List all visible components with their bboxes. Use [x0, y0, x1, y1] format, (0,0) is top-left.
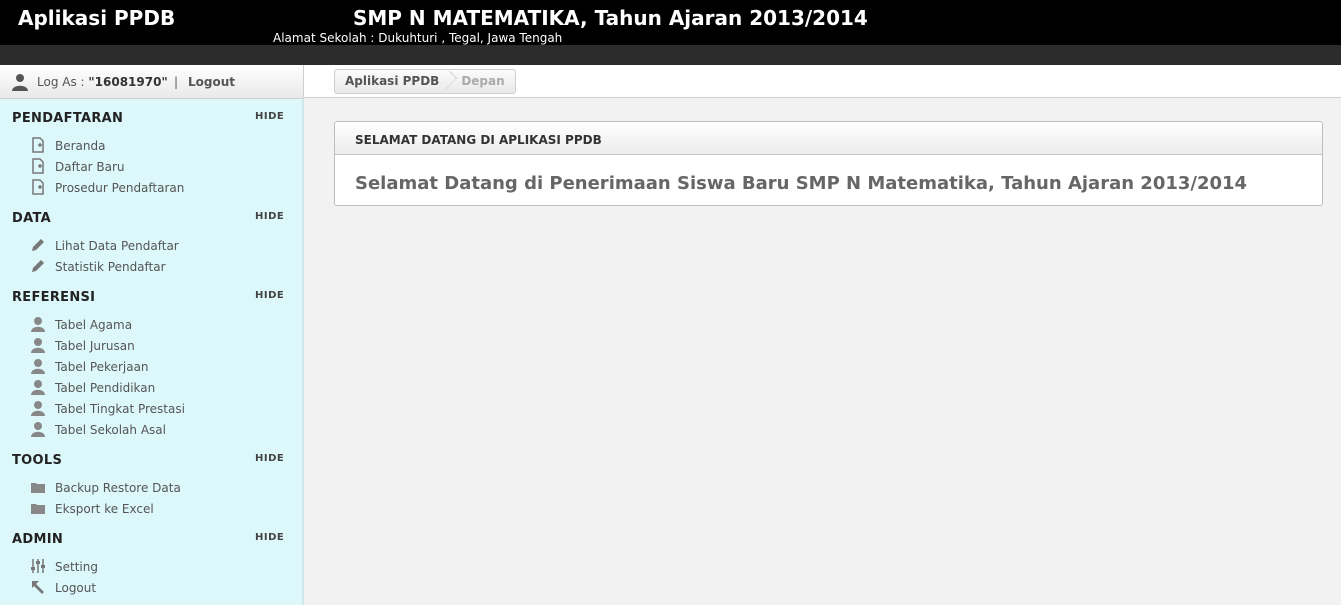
welcome-text: Selamat Datang di Penerimaan Siswa Baru …: [355, 173, 1248, 194]
logout-link[interactable]: Logout: [188, 75, 235, 89]
user-icon: [30, 400, 46, 416]
user-icon: [11, 73, 29, 91]
document-icon: [30, 158, 46, 174]
document-icon: [30, 179, 46, 195]
sidebar-item-tabel-agama[interactable]: Tabel Agama: [28, 315, 278, 335]
sidebar-item-label: Eksport ke Excel: [55, 502, 154, 516]
username: "16081970": [88, 75, 168, 89]
sidebar: PENDAFTARAN HIDE Beranda Daftar Baru Pro…: [0, 99, 304, 605]
arrow-icon: [30, 579, 46, 595]
user-icon: [30, 316, 46, 332]
sidebar-item-label: Tabel Jurusan: [55, 339, 135, 353]
folder-icon: [30, 479, 46, 495]
sidebar-item-label: Tabel Tingkat Prestasi: [55, 402, 185, 416]
user-bar: Log As : "16081970" | Logout: [0, 65, 304, 99]
section-title-pendaftaran: PENDAFTARAN: [12, 111, 124, 126]
breadcrumb-bar: Aplikasi PPDB Depan: [304, 65, 1341, 98]
sidebar-item-label: Backup Restore Data: [55, 481, 181, 495]
user-icon: [30, 379, 46, 395]
sidebar-item-label: Logout: [55, 581, 97, 595]
sidebar-item-daftar-baru[interactable]: Daftar Baru: [28, 157, 278, 177]
sliders-icon: [30, 558, 46, 574]
section-title-admin: ADMIN: [12, 532, 64, 547]
sidebar-item-eksport-ke-excel[interactable]: Eksport ke Excel: [28, 499, 278, 519]
folder-icon: [30, 500, 46, 516]
section-title-tools: TOOLS: [12, 453, 63, 468]
app-title: Aplikasi PPDB: [18, 6, 176, 30]
sidebar-item-label: Setting: [55, 560, 98, 574]
sidebar-item-label: Beranda: [55, 139, 106, 153]
header-subbar: [0, 45, 1341, 65]
hide-data-button[interactable]: HIDE: [255, 211, 284, 222]
separator: |: [174, 75, 179, 89]
sidebar-item-label: Statistik Pendaftar: [55, 260, 166, 274]
sidebar-item-logout[interactable]: Logout: [28, 578, 278, 598]
panel-title: SELAMAT DATANG DI APLIKASI PPDB: [355, 133, 602, 147]
sidebar-item-label: Lihat Data Pendaftar: [55, 239, 179, 253]
sidebar-item-label: Tabel Agama: [55, 318, 133, 332]
sidebar-item-tabel-jurusan[interactable]: Tabel Jurusan: [28, 336, 278, 356]
login-prefix: Log As :: [37, 75, 89, 89]
section-title-data: DATA: [12, 211, 51, 226]
sidebar-item-label: Tabel Sekolah Asal: [55, 423, 166, 437]
user-icon: [30, 337, 46, 353]
pencil-icon: [30, 237, 46, 253]
user-icon: [30, 358, 46, 374]
sidebar-item-tabel-sekolah-asal[interactable]: Tabel Sekolah Asal: [28, 420, 278, 440]
breadcrumb: Aplikasi PPDB Depan: [334, 69, 516, 94]
sidebar-item-setting[interactable]: Setting: [28, 557, 278, 577]
school-address: Alamat Sekolah : Dukuhturi , Tegal, Jawa…: [273, 31, 563, 45]
sidebar-item-label: Tabel Pendidikan: [55, 381, 156, 395]
school-title: SMP N MATEMATIKA, Tahun Ajaran 2013/2014: [353, 6, 868, 30]
top-header: Aplikasi PPDB SMP N MATEMATIKA, Tahun Aj…: [0, 0, 1341, 45]
document-icon: [30, 137, 46, 153]
sidebar-item-beranda[interactable]: Beranda: [28, 136, 278, 156]
sidebar-item-lihat-data-pendaftar[interactable]: Lihat Data Pendaftar: [28, 236, 278, 256]
hide-tools-button[interactable]: HIDE: [255, 453, 284, 464]
sidebar-item-tabel-pekerjaan[interactable]: Tabel Pekerjaan: [28, 357, 278, 377]
sidebar-item-tabel-tingkat-prestasi[interactable]: Tabel Tingkat Prestasi: [28, 399, 278, 419]
sidebar-item-label: Tabel Pekerjaan: [55, 360, 149, 374]
sidebar-item-prosedur-pendaftaran[interactable]: Prosedur Pendaftaran: [28, 178, 278, 198]
user-icon: [30, 421, 46, 437]
sidebar-item-statistik-pendaftar[interactable]: Statistik Pendaftar: [28, 257, 278, 277]
welcome-panel: SELAMAT DATANG DI APLIKASI PPDB Selamat …: [334, 121, 1323, 206]
pencil-icon: [30, 258, 46, 274]
hide-pendaftaran-button[interactable]: HIDE: [255, 111, 284, 122]
sidebar-item-tabel-pendidikan[interactable]: Tabel Pendidikan: [28, 378, 278, 398]
breadcrumb-home[interactable]: Aplikasi PPDB: [335, 70, 449, 93]
login-status: Log As : "16081970": [37, 75, 168, 89]
sidebar-item-label: Daftar Baru: [55, 160, 125, 174]
hide-referensi-button[interactable]: HIDE: [255, 290, 284, 301]
breadcrumb-current: Depan: [461, 74, 505, 88]
section-title-referensi: REFERENSI: [12, 290, 96, 305]
sidebar-item-backup-restore-data[interactable]: Backup Restore Data: [28, 478, 278, 498]
panel-header: SELAMAT DATANG DI APLIKASI PPDB: [335, 122, 1322, 155]
hide-admin-button[interactable]: HIDE: [255, 532, 284, 543]
sidebar-item-label: Prosedur Pendaftaran: [55, 181, 185, 195]
